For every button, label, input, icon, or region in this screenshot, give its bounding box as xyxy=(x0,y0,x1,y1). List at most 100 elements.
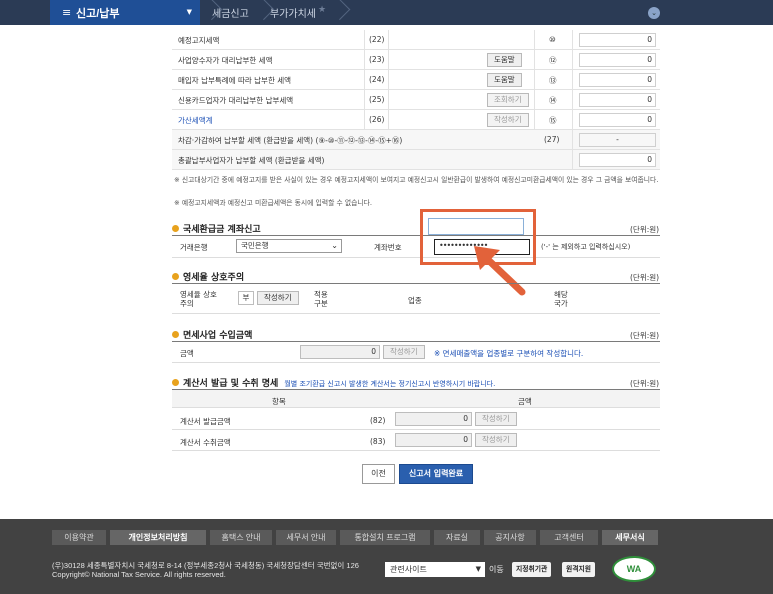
chevron-down-icon: ⌄ xyxy=(331,241,338,250)
row-label: 계산서 발급금액 xyxy=(180,417,231,426)
table-row: 가산세액계 (26) 작성하기 ⑮ 0 xyxy=(172,110,660,130)
apply-type-label: 적용 구분 xyxy=(314,290,328,308)
row-label: 계산서 수취금액 xyxy=(180,438,231,447)
row-label: 차감·가감하여 납부할 세액 (환급받을 세액) (⑨-⑩-⑪-⑫-⑬-⑭-⑮+… xyxy=(178,136,403,145)
row-circle-number: ⑬ xyxy=(549,76,557,85)
bullet-icon xyxy=(172,273,179,280)
footer-link-privacy[interactable]: 개인정보처리방침 xyxy=(110,530,206,545)
business-type-label: 업종 xyxy=(408,296,422,305)
payable-amount-value: - xyxy=(579,133,656,147)
footer-link-library[interactable]: 자료실 xyxy=(434,530,480,545)
unit-label: (단위:원) xyxy=(630,225,660,234)
breadcrumb-separator xyxy=(328,0,340,25)
amount-input[interactable]: 0 xyxy=(579,93,656,107)
row-circle-number: ⑩ xyxy=(549,35,556,44)
bullet-icon xyxy=(172,331,179,338)
move-link[interactable]: 이동 xyxy=(489,564,504,575)
write-button[interactable]: 작성하기 xyxy=(475,412,517,426)
table-row: 차감·가감하여 납부할 세액 (환급받을 세액) (⑨-⑩-⑪-⑫-⑬-⑭-⑮+… xyxy=(172,130,660,150)
related-sites-select[interactable]: 관련사이트 ▼ xyxy=(385,562,485,577)
zero-rate-value: 부 xyxy=(238,291,254,305)
footer-link-hometax[interactable]: 홈택스 안내 xyxy=(210,530,272,545)
amount-input[interactable]: 0 xyxy=(579,113,656,127)
help-button[interactable]: 도움말 xyxy=(487,73,522,87)
footer-link-office[interactable]: 세무서 안내 xyxy=(276,530,336,545)
prev-button[interactable]: 이전 xyxy=(362,464,395,484)
row-code: (26) xyxy=(369,115,385,124)
section-title: 국세환급금 계좌신고 xyxy=(172,222,261,235)
help-button[interactable]: 도움말 xyxy=(487,53,522,67)
row-code: (24) xyxy=(369,75,385,84)
bullet-icon xyxy=(172,379,179,386)
footer-link-terms[interactable]: 이용약관 xyxy=(52,530,106,545)
write-button[interactable]: 작성하기 xyxy=(257,291,299,305)
menu-title: 신고/납부 xyxy=(76,8,120,20)
row-code: (23) xyxy=(369,55,385,64)
table-row: 사업양수자가 대리납부한 세액 (23) 도움말 ⑫ 0 xyxy=(172,50,660,70)
column-header-amount: 금액 xyxy=(518,397,532,406)
table-row: 예정고지세액 (22) ⑩ 0 xyxy=(172,30,660,50)
footer-link-forms[interactable]: 세무서식 xyxy=(602,530,658,545)
note-text: ※ 신고대상기간 중에 예정고지를 받은 사실이 있는 경우 예정고지세액이 보… xyxy=(174,176,659,184)
write-button[interactable]: 작성하기 xyxy=(487,113,529,127)
inquiry-button[interactable]: 조회하기 xyxy=(487,93,529,107)
unit-label: (단위:원) xyxy=(630,273,660,282)
bullet-icon xyxy=(172,225,179,232)
breadcrumb-separator xyxy=(200,0,212,25)
table-row: 신용카드업자가 대리납부한 납부세액 (25) 조회하기 ⑭ 0 xyxy=(172,90,660,110)
note-text: ※ 예정고지세액과 예정신고 미환급세액은 동시에 입력할 수 없습니다. xyxy=(174,199,373,207)
invoice-issued-input[interactable]: 0 xyxy=(395,412,472,426)
row-label: 예정고지세액 xyxy=(178,36,220,45)
row-label: 총괄납부사업자가 납부할 세액 (환급받을 세액) xyxy=(178,156,325,165)
row-label: 매입자 납부특례에 따라 납부한 세액 xyxy=(178,76,292,85)
chevron-down-icon: ▼ xyxy=(475,565,481,573)
breadcrumb-vat[interactable]: 부가가치세 xyxy=(270,5,316,20)
caret-down-icon: ▼ xyxy=(186,8,192,16)
amount-input[interactable]: 0 xyxy=(579,33,656,47)
table-row: 총괄납부사업자가 납부할 세액 (환급받을 세액) 0 xyxy=(172,150,660,170)
footer-link-notice[interactable]: 공지사항 xyxy=(484,530,536,545)
write-button[interactable]: 작성하기 xyxy=(475,433,517,447)
invoice-subtitle: 월별 조기환급 신고시 발생한 계산서는 정기신고시 반영하시기 바랍니다. xyxy=(284,380,496,388)
amount-input[interactable]: 0 xyxy=(579,53,656,67)
designated-badge[interactable]: 지정취기관 xyxy=(512,562,552,577)
row-code: (82) xyxy=(370,416,386,425)
country-label: 해당 국가 xyxy=(554,290,568,308)
write-button[interactable]: 작성하기 xyxy=(383,345,425,359)
row-circle-number: ⑮ xyxy=(549,116,557,125)
footer-link-install[interactable]: 통합설치 프로그램 xyxy=(340,530,430,545)
submit-button[interactable]: 신고서 입력완료 xyxy=(399,464,473,484)
expand-chevron-icon[interactable]: ⌄ xyxy=(648,7,660,19)
bank-select[interactable]: 국민은행 ⌄ xyxy=(236,239,342,253)
invoice-received-input[interactable]: 0 xyxy=(395,433,472,447)
table-row: 매입자 납부특례에 따라 납부한 세액 (24) 도움말 ⑬ 0 xyxy=(172,70,660,90)
main-menu-button[interactable]: ≡ 신고/납부 ▼ xyxy=(50,0,200,25)
wa-certification-logo: WA xyxy=(612,556,656,582)
footer-copyright: (우)30128 세종특별자치시 국세청로 8-14 (정부세종2청사 국세청동… xyxy=(52,561,359,579)
hamburger-icon: ≡ xyxy=(62,6,72,19)
exempt-amount-input[interactable]: 0 xyxy=(300,345,380,359)
section-title: 계산서 발급 및 수취 명세 월별 조기환급 신고시 발생한 계산서는 정기신고시… xyxy=(172,376,495,389)
row-circle-number: ⑫ xyxy=(549,56,557,65)
exempt-note: ※ 면세매출액을 업종별로 구분하여 작성합니다. xyxy=(434,349,584,358)
top-nav-bar: ≡ 신고/납부 ▼ 세금신고 부가가치세 ★ ⌄ xyxy=(0,0,773,25)
unit-label: (단위:원) xyxy=(630,379,660,388)
row-code: (22) xyxy=(369,35,385,44)
row-code: (27) xyxy=(544,135,560,144)
invoice-header xyxy=(172,390,660,408)
column-header-item: 항목 xyxy=(272,397,286,406)
row-circle-number: ⑭ xyxy=(549,96,557,105)
amount-input: 0 xyxy=(579,153,656,167)
breadcrumb-tax-filing[interactable]: 세금신고 xyxy=(212,5,249,20)
section-title: 영세율 상호주의 xyxy=(172,270,244,283)
row-label: 신용카드업자가 대리납부한 납부세액 xyxy=(178,96,294,105)
footer-link-support[interactable]: 고객센터 xyxy=(540,530,598,545)
additional-tax-link[interactable]: 가산세액계 xyxy=(178,115,213,126)
account-label: 계좌번호 xyxy=(374,243,402,252)
remote-support-button[interactable]: 원격지원 xyxy=(562,562,596,577)
pointer-arrow-icon xyxy=(474,246,526,296)
amount-input[interactable]: 0 xyxy=(579,73,656,87)
favorite-star-icon[interactable]: ★ xyxy=(318,5,326,15)
unit-label: (단위:원) xyxy=(630,331,660,340)
zero-rate-label: 영세율 상호주의 xyxy=(180,290,217,308)
